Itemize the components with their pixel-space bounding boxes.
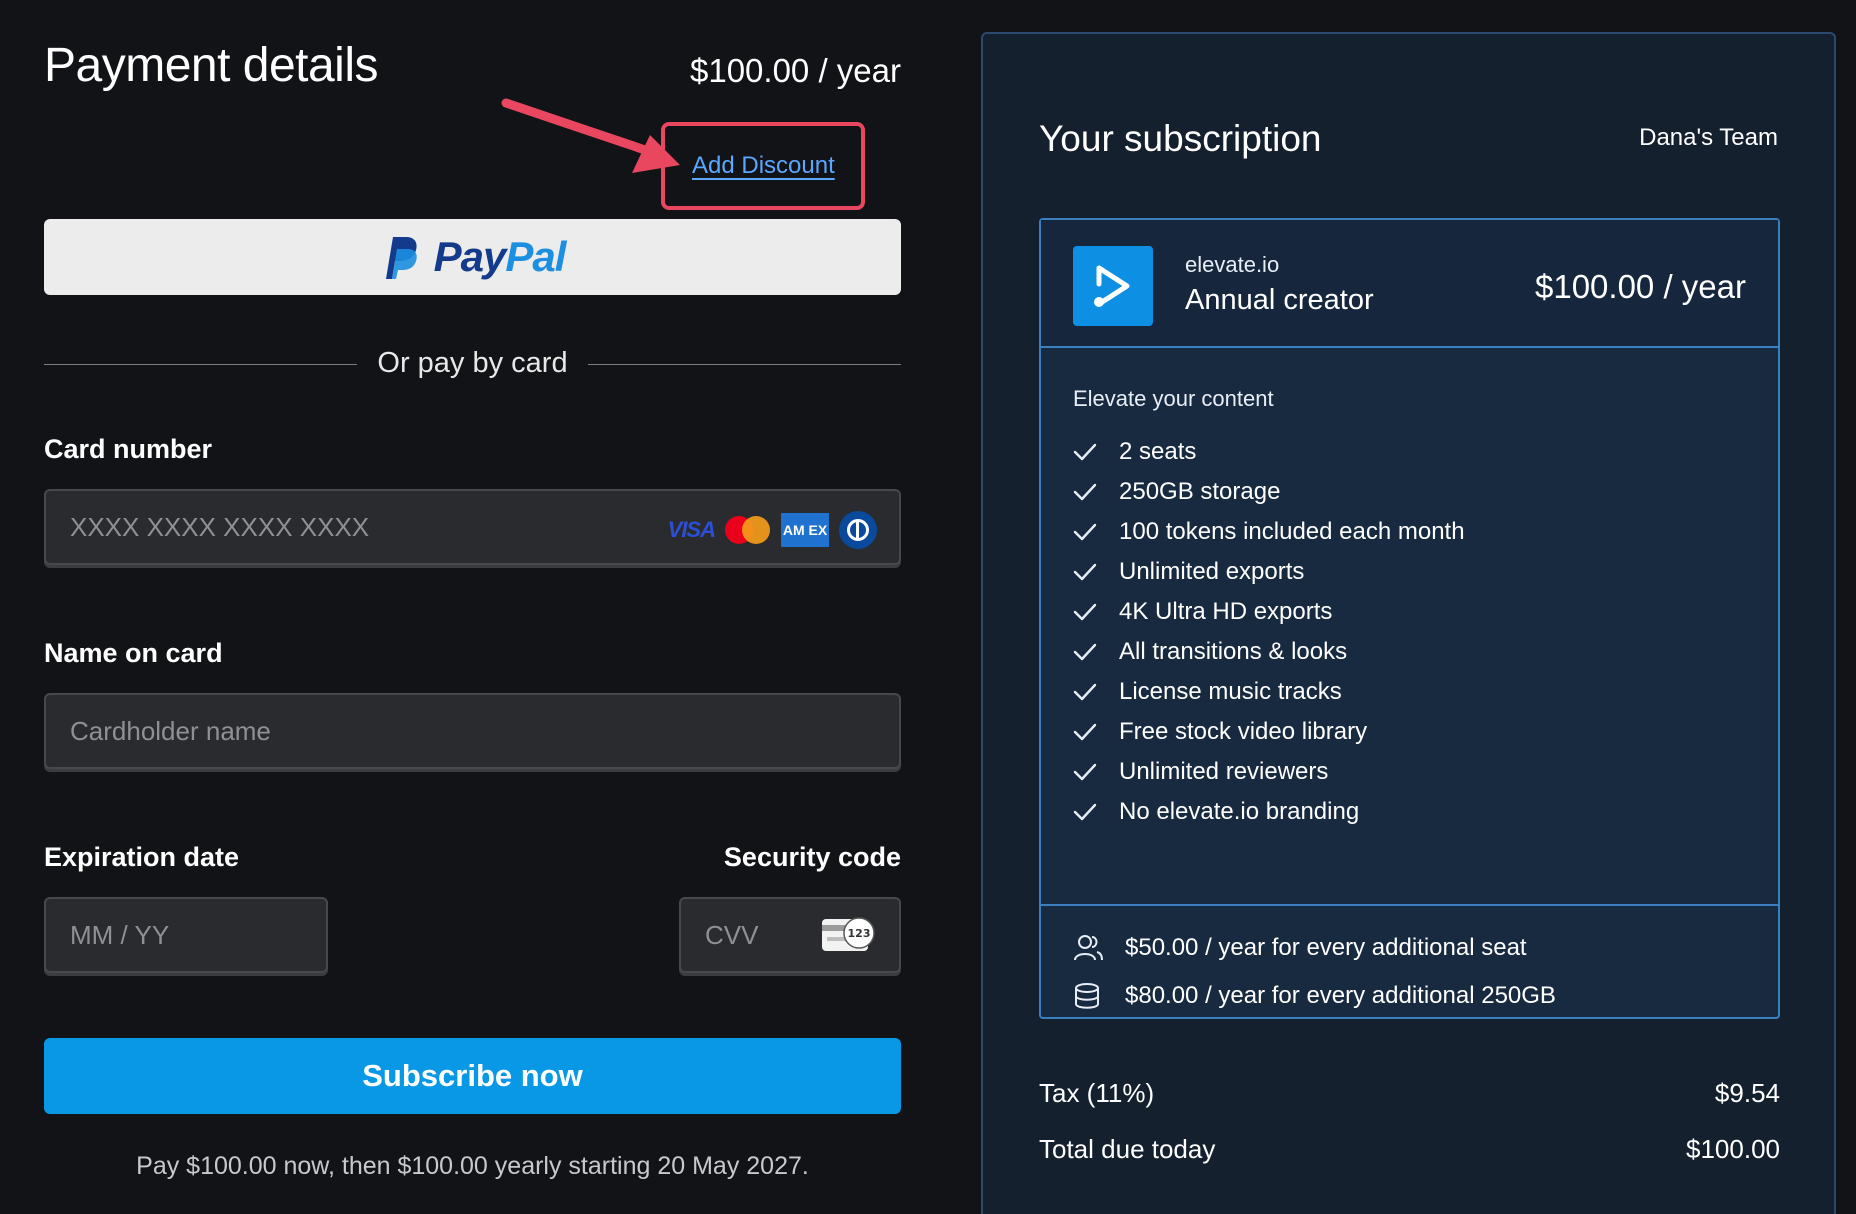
expiration-date-input[interactable]: MM / YY [44,897,328,973]
total-value: $100.00 [1686,1134,1780,1164]
visa-icon: VISA [667,517,716,542]
feature-text: 2 seats [1119,438,1197,465]
feature-text: 4K Ultra HD exports [1119,598,1333,625]
addon-text: $80.00 / year for every additional 250GB [1125,982,1556,1009]
feature-text: 250GB storage [1119,478,1281,505]
feature-text: 100 tokens included each month [1119,518,1465,545]
check-icon [1073,563,1097,581]
total-row: Total due today $100.00 [1039,1134,1780,1165]
cardholder-name-placeholder: Cardholder name [70,715,271,746]
check-icon [1073,723,1097,741]
plan-price: $100.00 / year [1535,268,1746,305]
feature-item: No elevate.io branding [1073,792,1465,832]
billing-footnote: Pay $100.00 now, then $100.00 yearly sta… [136,1152,809,1180]
tax-value: $9.54 [1714,1078,1780,1108]
feature-text: License music tracks [1119,678,1342,705]
mastercard-icon [725,515,771,545]
add-discount-link[interactable]: Add Discount [692,152,835,180]
addon-item: $50.00 / year for every additional seat [1073,924,1556,972]
card-number-placeholder: XXXX XXXX XXXX XXXX [70,511,370,542]
plan-name: Annual creator [1185,284,1374,316]
diners-icon [839,511,877,549]
amex-icon: AM EX [781,513,829,547]
cvv-card-icon: 123 [822,917,875,951]
plan-brand: elevate.io [1185,252,1280,277]
feature-text: Free stock video library [1119,718,1368,745]
addon-text: $50.00 / year for every additional seat [1125,934,1527,961]
paypal-logo-icon [385,237,417,279]
feature-item: Unlimited exports [1073,552,1465,592]
paypal-button[interactable]: PayPal [44,219,901,295]
payment-details-section: Payment details $100.00 / year Add Disco… [44,0,901,1214]
tax-row: Tax (11%) $9.54 [1039,1078,1780,1109]
check-icon [1073,763,1097,781]
feature-item: Free stock video library [1073,712,1465,752]
check-icon [1073,523,1097,541]
cvv-icon-text: 123 [848,927,871,940]
price-summary: $100.00 / year [690,52,901,89]
card-brands: VISA AM EX [668,511,877,549]
team-name: Dana's Team [1639,124,1778,151]
feature-item: Unlimited reviewers [1073,752,1465,792]
name-on-card-label: Name on card [44,638,223,668]
page-title: Payment details [44,39,379,92]
feature-text: Unlimited exports [1119,558,1305,585]
feature-item: 100 tokens included each month [1073,512,1465,552]
card-number-input[interactable]: XXXX XXXX XXXX XXXX VISA AM EX [44,489,901,565]
check-icon [1073,683,1097,701]
addon-divider [1041,904,1778,906]
check-icon [1073,483,1097,501]
feature-text: Unlimited reviewers [1119,758,1329,785]
plan-header: elevate.io Annual creator $100.00 / year [1041,220,1778,348]
card-number-label: Card number [44,434,213,464]
security-code-label: Security code [723,842,901,872]
cvv-placeholder: CVV [705,919,759,950]
database-icon [1075,983,1099,1009]
feature-item: 2 seats [1073,432,1465,472]
check-icon [1073,803,1097,821]
expiration-date-label: Expiration date [44,842,240,872]
subscription-title: Your subscription [1039,118,1322,159]
subscribe-now-button[interactable]: Subscribe now [44,1038,901,1114]
feature-item: 4K Ultra HD exports [1073,592,1465,632]
feature-item: License music tracks [1073,672,1465,712]
check-icon [1073,443,1097,461]
users-icon [1074,935,1103,961]
feature-text: All transitions & looks [1119,638,1348,665]
tax-label: Tax (11%) [1039,1078,1155,1108]
subscription-panel: Your subscription Dana's Team elevate.io… [981,32,1836,1214]
feature-list: 2 seats 250GB storage 100 tokens included … [1073,432,1465,832]
cvv-input[interactable]: CVV 123 [679,897,901,973]
feature-item: 250GB storage [1073,472,1465,512]
total-label: Total due today [1039,1134,1216,1164]
addon-list: $50.00 / year for every additional seat … [1073,924,1556,1020]
feature-text: No elevate.io branding [1119,798,1360,825]
expiration-date-placeholder: MM / YY [70,919,170,950]
or-divider: Or pay by card [44,345,901,385]
plan-card: elevate.io Annual creator $100.00 / year… [1039,218,1780,1019]
check-icon [1073,603,1097,621]
check-icon [1073,643,1097,661]
paypal-wordmark: PayPal [433,233,567,280]
feature-item: All transitions & looks [1073,632,1465,672]
addon-item: $80.00 / year for every additional 250GB [1073,972,1556,1020]
cardholder-name-input[interactable]: Cardholder name [44,693,901,769]
elevate-logo-icon [1073,246,1153,326]
plan-tagline: Elevate your content [1073,386,1274,411]
